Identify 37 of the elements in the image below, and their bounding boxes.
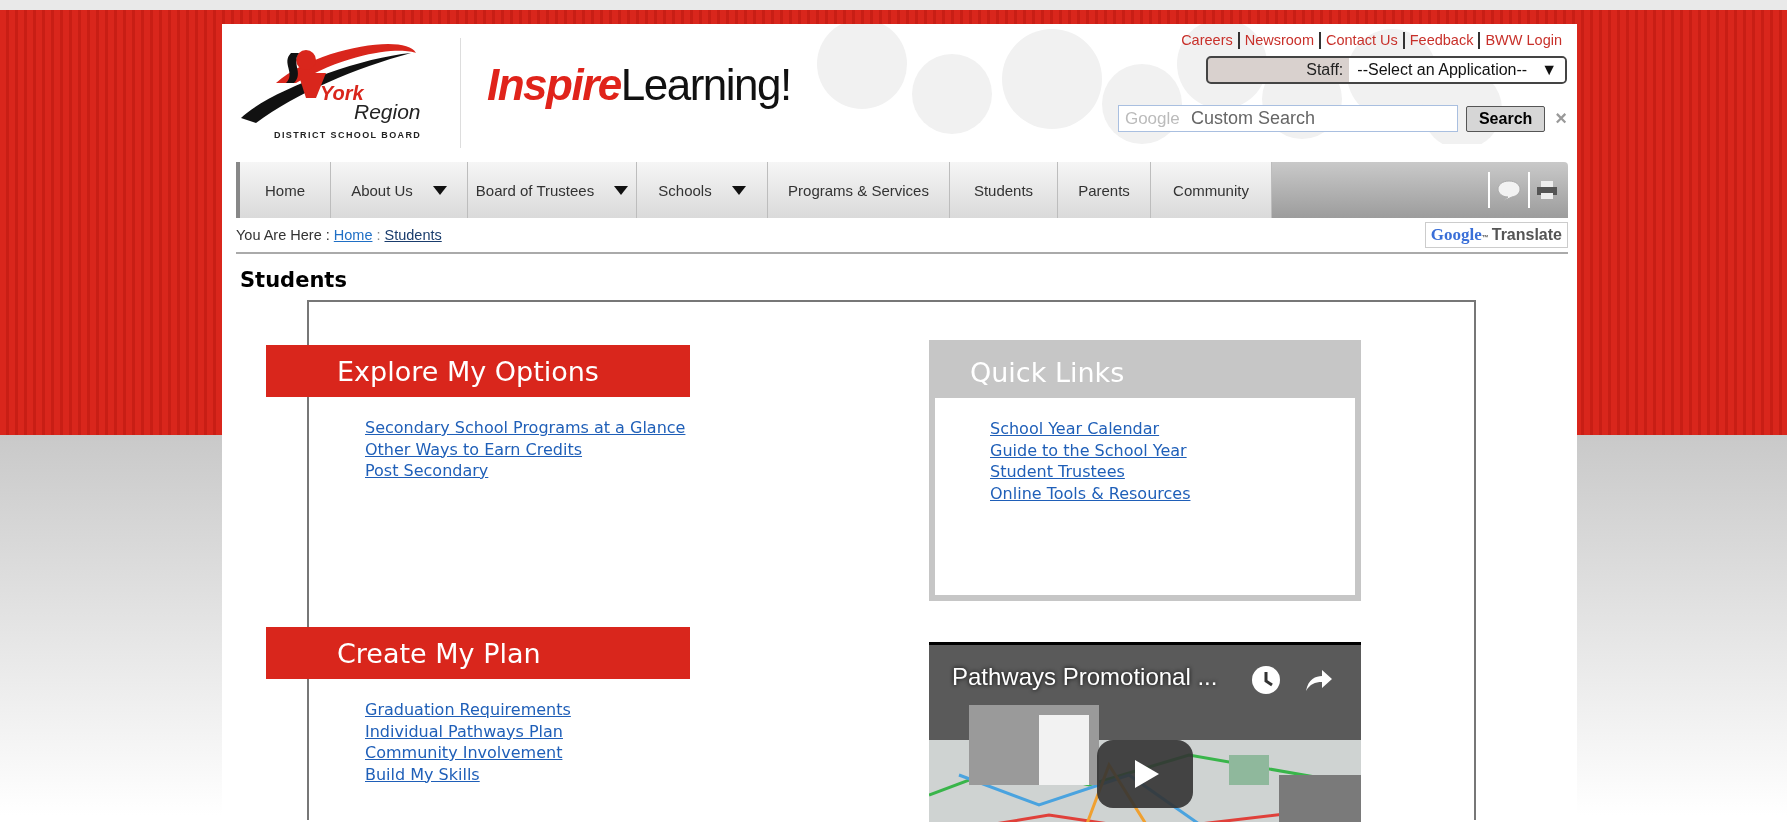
breadcrumb-link[interactable]: Students: [384, 227, 442, 243]
breadcrumb-link[interactable]: Home: [333, 227, 373, 243]
quick-link[interactable]: Student Trustees: [990, 461, 1125, 483]
nav-item[interactable]: Programs & Services: [768, 162, 950, 218]
section-link[interactable]: Post Secondary: [365, 460, 489, 482]
nav-item[interactable]: Parents: [1058, 162, 1151, 218]
top-link[interactable]: Feedback: [1402, 32, 1479, 49]
top-link[interactable]: Contact Us: [1319, 32, 1403, 49]
section-banner: Create My Plan: [266, 627, 690, 679]
quick-links-title: Quick Links: [935, 346, 1355, 398]
section-link[interactable]: Individual Pathways Plan: [365, 720, 563, 742]
section-banner: Explore My Options: [266, 345, 690, 397]
brand-wordmark: InspireLearning!: [487, 60, 791, 110]
nav-item[interactable]: Schools: [637, 162, 768, 218]
quick-link[interactable]: Guide to the School Year: [990, 439, 1187, 461]
quick-link[interactable]: Online Tools & Resources: [990, 482, 1191, 504]
logo-subtitle: DISTRICT SCHOOL BOARD: [274, 130, 422, 140]
section-link[interactable]: Secondary School Programs at a Glance: [365, 417, 686, 439]
nav-item[interactable]: Home: [240, 162, 331, 218]
top-link[interactable]: Careers: [1176, 32, 1238, 49]
nav-item[interactable]: Students: [950, 162, 1058, 218]
search-brand-label: Google: [1124, 109, 1180, 129]
breadcrumb-label: You Are Here :: [236, 227, 330, 243]
top-link[interactable]: BWW Login: [1478, 32, 1567, 49]
nav-item[interactable]: Board of Trustees: [468, 162, 637, 218]
nav-item[interactable]: Community: [1151, 162, 1272, 218]
nav-item[interactable]: About Us: [331, 162, 468, 218]
section-link[interactable]: Community Involvement: [365, 742, 563, 764]
search-button[interactable]: Search: [1465, 105, 1546, 132]
page-title: Students: [240, 268, 347, 292]
top-link[interactable]: Newsroom: [1237, 32, 1319, 49]
section-link[interactable]: Graduation Requirements: [365, 699, 571, 721]
quick-link[interactable]: School Year Calendar: [990, 418, 1160, 440]
video-title: Pathways Promotional ...: [952, 663, 1218, 691]
breadcrumb-separator: :: [376, 227, 381, 243]
section-link[interactable]: Other Ways to Earn Credits: [365, 438, 583, 460]
section-link[interactable]: Build My Skills: [365, 763, 480, 785]
